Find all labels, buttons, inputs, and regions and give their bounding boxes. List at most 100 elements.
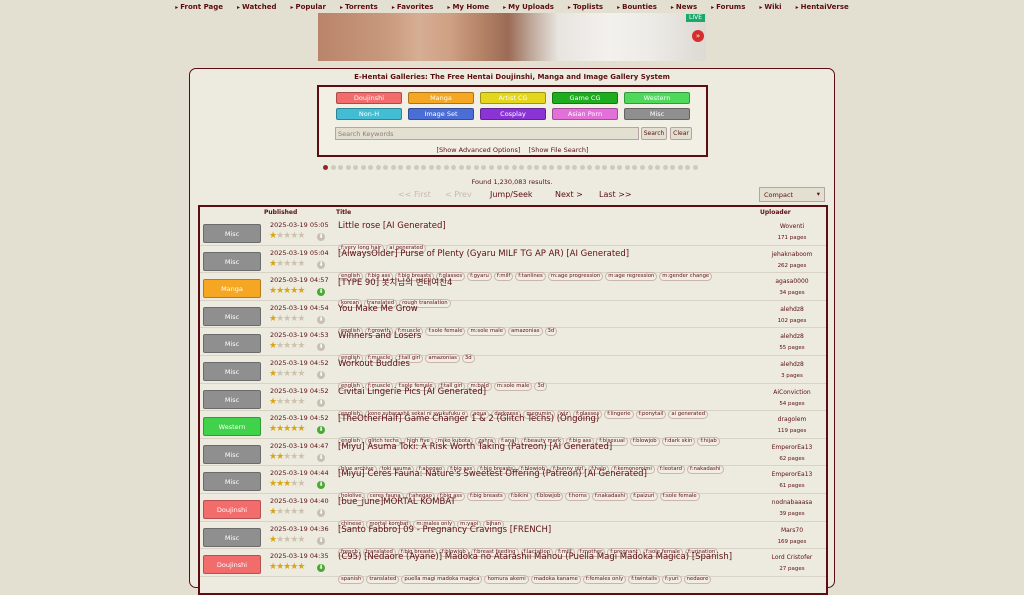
category-badge[interactable]: Misc bbox=[203, 251, 261, 271]
category-badge[interactable]: Misc bbox=[203, 306, 261, 326]
page-dot[interactable] bbox=[587, 165, 593, 170]
gallery-title[interactable]: [Santo Fabbro] 09 - Pregnancy Cravings [… bbox=[338, 525, 551, 535]
advanced-options-link[interactable]: [Show Advanced Options] bbox=[437, 146, 521, 154]
uploader-link[interactable]: Woventi bbox=[756, 223, 826, 230]
page-dot[interactable] bbox=[323, 165, 328, 170]
tag[interactable]: f:females only bbox=[582, 575, 627, 585]
page-dot[interactable] bbox=[549, 165, 555, 170]
tag[interactable]: f:twintails bbox=[628, 575, 660, 585]
nav-link[interactable]: Toplists bbox=[568, 3, 603, 11]
page-dot[interactable] bbox=[639, 165, 645, 170]
nav-link[interactable]: Favorites bbox=[392, 3, 434, 11]
next-page-link[interactable]: Next > bbox=[555, 190, 583, 199]
page-dot[interactable] bbox=[504, 165, 510, 170]
download-icon[interactable]: ⬇ bbox=[317, 233, 325, 241]
uploader-link[interactable]: alehdz8 bbox=[756, 306, 826, 313]
category-button[interactable]: Misc bbox=[624, 108, 690, 120]
download-icon[interactable]: ⬇ bbox=[317, 371, 325, 379]
category-badge[interactable]: Misc bbox=[203, 472, 261, 492]
page-dot[interactable] bbox=[647, 165, 653, 170]
category-badge[interactable]: Misc bbox=[203, 527, 261, 547]
page-dot[interactable] bbox=[375, 165, 381, 170]
page-dot[interactable] bbox=[655, 165, 661, 170]
gallery-title[interactable]: [TYPE 90] 봇치님의 변태여친4 bbox=[338, 276, 452, 288]
page-dot[interactable] bbox=[473, 165, 479, 170]
category-button[interactable]: Non-H bbox=[336, 108, 402, 120]
page-dot[interactable] bbox=[541, 165, 547, 170]
page-dot[interactable] bbox=[421, 165, 427, 170]
gallery-title[interactable]: Workout Buddies bbox=[338, 359, 410, 369]
gallery-title[interactable]: Civitai Lingerie Pics [AI Generated] bbox=[338, 387, 486, 397]
page-dot[interactable] bbox=[466, 165, 472, 170]
uploader-link[interactable]: alehdz8 bbox=[756, 333, 826, 340]
page-dot[interactable] bbox=[398, 165, 404, 170]
file-search-link[interactable]: [Show File Search] bbox=[529, 146, 589, 154]
uploader-link[interactable]: alehdz8 bbox=[756, 361, 826, 368]
page-dot[interactable] bbox=[345, 165, 351, 170]
page-dot[interactable] bbox=[360, 165, 366, 170]
gallery-title[interactable]: Winners and Losers bbox=[338, 331, 421, 341]
nav-link[interactable]: Bounties bbox=[617, 3, 657, 11]
nav-link[interactable]: Wiki bbox=[759, 3, 781, 11]
uploader-link[interactable]: dragolem bbox=[756, 416, 826, 423]
page-dot[interactable] bbox=[564, 165, 570, 170]
page-dot[interactable] bbox=[534, 165, 540, 170]
nav-link[interactable]: Front Page bbox=[175, 3, 223, 11]
page-dot[interactable] bbox=[383, 165, 389, 170]
page-dot[interactable] bbox=[428, 165, 434, 170]
page-dot[interactable] bbox=[443, 165, 449, 170]
page-dot[interactable] bbox=[677, 165, 683, 170]
download-icon[interactable]: ⬇ bbox=[317, 315, 325, 324]
page-dot[interactable] bbox=[481, 165, 487, 170]
uploader-link[interactable]: Mars70 bbox=[756, 527, 826, 534]
nav-link[interactable]: HentaiVerse bbox=[796, 3, 849, 11]
nav-link[interactable]: My Home bbox=[447, 3, 489, 11]
page-dot[interactable] bbox=[330, 165, 336, 170]
page-dot[interactable] bbox=[670, 165, 676, 170]
page-dot[interactable] bbox=[609, 165, 615, 170]
category-button[interactable]: Manga bbox=[408, 92, 474, 104]
banner-next-icon[interactable]: » bbox=[692, 30, 704, 42]
uploader-link[interactable]: AiConviction bbox=[756, 389, 826, 396]
category-badge[interactable]: Doujinshi bbox=[203, 555, 261, 575]
page-dot[interactable] bbox=[436, 165, 442, 170]
tag[interactable]: nedaore bbox=[683, 575, 712, 585]
page-dot[interactable] bbox=[685, 165, 691, 170]
category-badge[interactable]: Misc bbox=[203, 224, 261, 243]
nav-link[interactable]: Watched bbox=[237, 3, 276, 11]
page-dot[interactable] bbox=[338, 165, 344, 170]
page-dot[interactable] bbox=[368, 165, 374, 170]
uploader-link[interactable]: agasa0000 bbox=[756, 278, 826, 285]
gallery-title[interactable]: [AlwaysOlder] Purse of Plenty (Gyaru MIL… bbox=[338, 249, 629, 259]
download-icon[interactable]: ⬇ bbox=[317, 453, 325, 462]
page-dot[interactable] bbox=[413, 165, 419, 170]
uploader-link[interactable]: Lord Cristofer bbox=[756, 554, 826, 561]
category-badge[interactable]: Misc bbox=[203, 389, 261, 409]
page-dot[interactable] bbox=[594, 165, 600, 170]
category-button[interactable]: Artist CG bbox=[480, 92, 546, 104]
page-dot[interactable] bbox=[458, 165, 464, 170]
page-dot[interactable] bbox=[519, 165, 525, 170]
page-dot[interactable] bbox=[692, 165, 698, 170]
page-dot[interactable] bbox=[526, 165, 532, 170]
page-dot[interactable] bbox=[572, 165, 578, 170]
page-dot[interactable] bbox=[617, 165, 623, 170]
category-badge[interactable]: Doujinshi bbox=[203, 500, 261, 519]
category-badge[interactable]: Misc bbox=[203, 362, 261, 381]
nav-link[interactable]: Torrents bbox=[340, 3, 378, 11]
nav-link[interactable]: Popular bbox=[290, 3, 326, 11]
download-icon[interactable]: ⬇ bbox=[317, 564, 325, 573]
category-button[interactable]: Asian Porn bbox=[552, 108, 618, 120]
category-button[interactable]: Western bbox=[624, 92, 690, 104]
tag[interactable]: homura akemi bbox=[484, 575, 529, 585]
category-button[interactable]: Image Set bbox=[408, 108, 474, 120]
tag[interactable]: spanish bbox=[338, 575, 365, 585]
tag[interactable]: puella magi madoka magica bbox=[401, 575, 483, 585]
view-mode-select[interactable]: Compact bbox=[759, 187, 825, 202]
category-badge[interactable]: Western bbox=[203, 417, 261, 437]
tag[interactable]: f:yuri bbox=[661, 575, 682, 585]
page-dot[interactable] bbox=[406, 165, 412, 170]
page-dot[interactable] bbox=[496, 165, 502, 170]
download-icon[interactable]: ⬇ bbox=[317, 509, 325, 517]
gallery-title[interactable]: (C95) [Nedaore (Ayane)] Madoka no Ataras… bbox=[338, 552, 732, 562]
